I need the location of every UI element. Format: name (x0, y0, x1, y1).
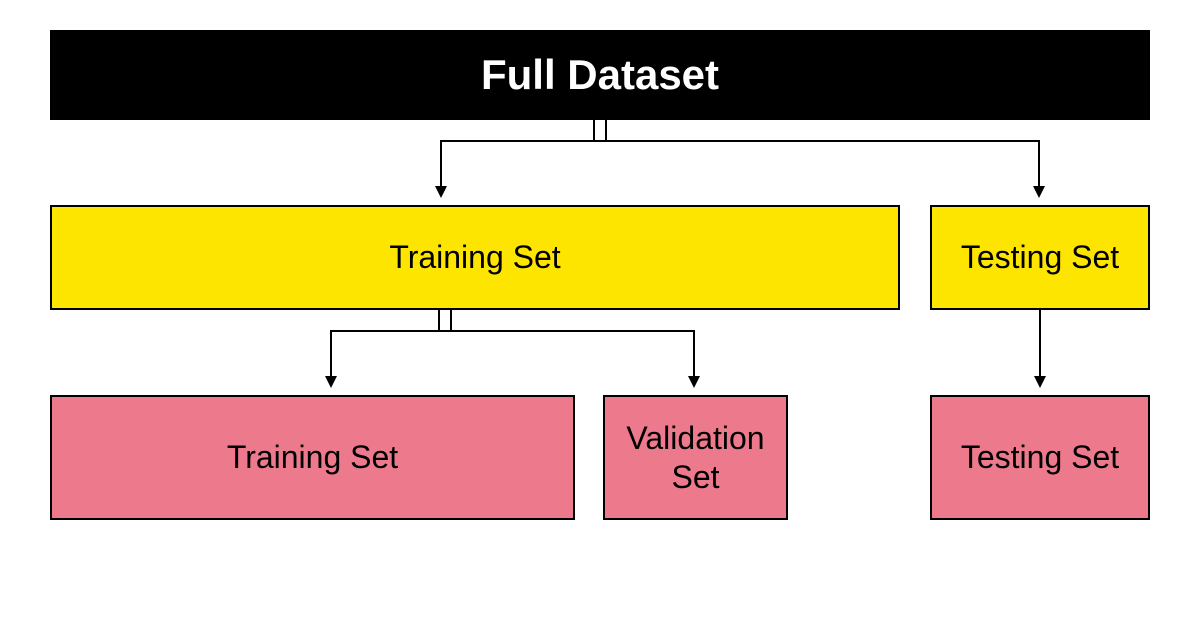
testing-set-l3-box: Testing Set (930, 395, 1150, 520)
connector-line (1039, 310, 1041, 378)
arrow-down-icon (1034, 376, 1046, 388)
validation-set-l3-box: Validation Set (603, 395, 788, 520)
full-dataset-box: Full Dataset (50, 30, 1150, 120)
arrow-down-icon (435, 186, 447, 198)
connector-line (330, 330, 695, 332)
training-set-l3-box: Training Set (50, 395, 575, 520)
connector-line (1038, 140, 1040, 188)
training-set-l3-label: Training Set (227, 438, 398, 476)
connector-line (440, 140, 442, 188)
arrow-down-icon (688, 376, 700, 388)
validation-set-l3-label: Validation Set (615, 419, 776, 496)
training-set-l2-box: Training Set (50, 205, 900, 310)
connector-line (330, 330, 332, 378)
testing-set-l3-label: Testing Set (961, 438, 1119, 476)
testing-set-l2-box: Testing Set (930, 205, 1150, 310)
connector-line (605, 120, 607, 142)
connector-line (450, 310, 452, 332)
arrow-down-icon (325, 376, 337, 388)
connector-line (693, 330, 695, 378)
full-dataset-label: Full Dataset (481, 50, 719, 100)
connector-line (438, 310, 440, 332)
training-set-l2-label: Training Set (389, 238, 560, 276)
connector-line (593, 120, 595, 142)
arrow-down-icon (1033, 186, 1045, 198)
testing-set-l2-label: Testing Set (961, 238, 1119, 276)
connector-line (440, 140, 1040, 142)
